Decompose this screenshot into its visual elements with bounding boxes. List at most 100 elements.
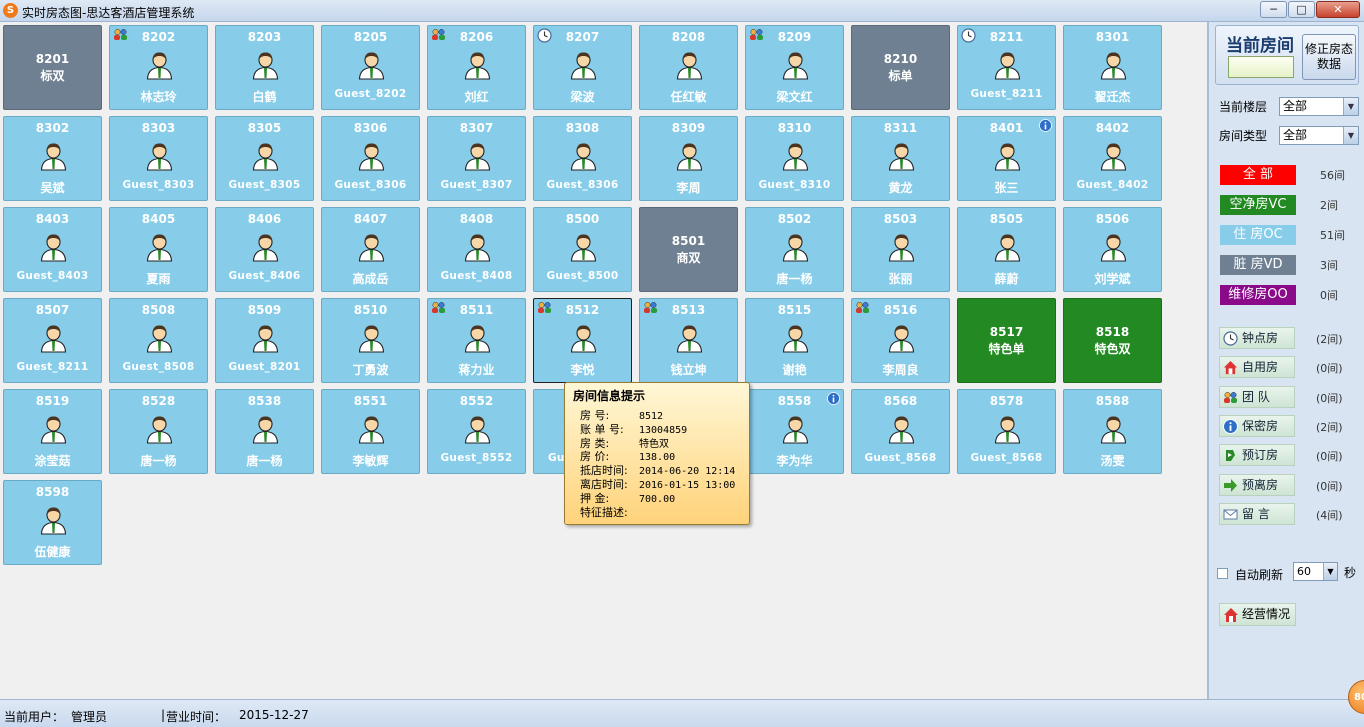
- room-tile[interactable]: 8507 Guest_8211: [3, 298, 102, 383]
- room-tile[interactable]: 8402 Guest_8402: [1063, 116, 1162, 201]
- legend-filter-button[interactable]: 留 言: [1219, 502, 1295, 525]
- room-tile[interactable]: 8598 伍健康: [3, 480, 102, 565]
- status-filter-button[interactable]: 脏 房VD: [1220, 255, 1296, 275]
- room-tile[interactable]: 8508 Guest_8508: [109, 298, 208, 383]
- chevron-down-icon[interactable]: ▼: [1323, 563, 1337, 580]
- room-tile[interactable]: 8202 林志玲: [109, 25, 208, 110]
- room-tile[interactable]: 8551 李敏辉: [321, 389, 420, 474]
- guest-name: 李周良: [882, 363, 919, 377]
- room-tile[interactable]: 8310 Guest_8310: [745, 116, 844, 201]
- room-tile[interactable]: 8558 李为华: [745, 389, 844, 474]
- room-number: 8309: [671, 121, 706, 135]
- room-tile[interactable]: 8205 Guest_8202: [321, 25, 420, 110]
- room-tile[interactable]: 8207 梁波: [533, 25, 632, 110]
- room-tile[interactable]: 8408 Guest_8408: [427, 207, 526, 292]
- room-tile[interactable]: 8406 Guest_8406: [215, 207, 314, 292]
- room-number: 8578: [989, 394, 1024, 408]
- legend-filter-row[interactable]: 留 言 (4间): [1219, 502, 1353, 525]
- room-tile[interactable]: 8308 Guest_8306: [533, 116, 632, 201]
- room-tile[interactable]: 8588 汤雯: [1063, 389, 1162, 474]
- current-room-input[interactable]: [1228, 56, 1294, 78]
- room-tile[interactable]: 8528 唐一杨: [109, 389, 208, 474]
- room-tile[interactable]: 8203 白鹤: [215, 25, 314, 110]
- room-tile[interactable]: 8505 薛蔚: [957, 207, 1056, 292]
- room-tile[interactable]: 8211 Guest_8211: [957, 25, 1056, 110]
- legend-filter-button[interactable]: 团 队: [1219, 385, 1295, 408]
- guest-name: Guest_8403: [16, 270, 89, 282]
- status-filter-row[interactable]: 维修房OO 0间: [1220, 285, 1350, 305]
- room-tile[interactable]: 8552 Guest_8552: [427, 389, 526, 474]
- legend-filter-row[interactable]: 钟点房 (2间): [1219, 327, 1353, 349]
- legend-filter-button[interactable]: 预订房: [1219, 444, 1295, 467]
- room-tile[interactable]: 8518 特色双: [1063, 298, 1162, 383]
- status-filter-button[interactable]: 维修房OO: [1220, 285, 1296, 305]
- room-tile[interactable]: 8209 梁文红: [745, 25, 844, 110]
- room-tile[interactable]: 8517 特色单: [957, 298, 1056, 383]
- room-tile[interactable]: 8206 刘红: [427, 25, 526, 110]
- chevron-down-icon[interactable]: ▼: [1343, 127, 1358, 144]
- legend-filter-button[interactable]: 保密房: [1219, 414, 1295, 437]
- legend-filter-button[interactable]: 预离房: [1219, 473, 1295, 496]
- room-tile[interactable]: 8506 刘学斌: [1063, 207, 1162, 292]
- room-tile[interactable]: 8309 李周: [639, 116, 738, 201]
- room-tile[interactable]: 8510 丁勇波: [321, 298, 420, 383]
- auto-refresh-checkbox[interactable]: [1217, 568, 1228, 579]
- room-tile[interactable]: 8513 钱立坤: [639, 298, 738, 383]
- room-tile[interactable]: 8578 Guest_8568: [957, 389, 1056, 474]
- room-tile[interactable]: 8306 Guest_8306: [321, 116, 420, 201]
- close-button[interactable]: ✕: [1316, 1, 1360, 18]
- status-filter-row[interactable]: 住 房OC 51间: [1220, 225, 1350, 245]
- room-tile[interactable]: 8538 唐一杨: [215, 389, 314, 474]
- room-tile[interactable]: 8401 张三: [957, 116, 1056, 201]
- legend-filter-button[interactable]: 自用房: [1219, 356, 1295, 379]
- chevron-down-icon[interactable]: ▼: [1343, 98, 1358, 115]
- legend-filter-row[interactable]: 保密房 (2间): [1219, 414, 1353, 437]
- room-tile[interactable]: 8302 吴斌: [3, 116, 102, 201]
- status-filter-button[interactable]: 空净房VC: [1220, 195, 1296, 215]
- room-tile[interactable]: 8405 夏雨: [109, 207, 208, 292]
- room-tile[interactable]: 8201 标双: [3, 25, 102, 110]
- status-filter-button[interactable]: 住 房OC: [1220, 225, 1296, 245]
- room-tile[interactable]: 8307 Guest_8307: [427, 116, 526, 201]
- room-tile[interactable]: 8515 谢艳: [745, 298, 844, 383]
- room-tile[interactable]: 8303 Guest_8303: [109, 116, 208, 201]
- fix-room-status-button[interactable]: 修正房态数据: [1302, 34, 1356, 80]
- room-number: 8310: [777, 121, 812, 135]
- guest-avatar-icon: [40, 233, 67, 262]
- business-report-button[interactable]: 经营情况: [1219, 603, 1296, 626]
- legend-filter-row[interactable]: 团 队 (0间): [1219, 385, 1353, 408]
- room-tile[interactable]: 8305 Guest_8305: [215, 116, 314, 201]
- room-tile[interactable]: 8503 张丽: [851, 207, 950, 292]
- room-tile[interactable]: 8210 标单: [851, 25, 950, 110]
- room-tile[interactable]: 8568 Guest_8568: [851, 389, 950, 474]
- room-tile[interactable]: 8509 Guest_8201: [215, 298, 314, 383]
- room-tile[interactable]: 8208 任红敏: [639, 25, 738, 110]
- room-tile[interactable]: 8502 唐一杨: [745, 207, 844, 292]
- room-type-select[interactable]: 全部 ▼: [1279, 126, 1359, 145]
- room-tile[interactable]: 8407 高成岳: [321, 207, 420, 292]
- status-filter-row[interactable]: 脏 房VD 3间: [1220, 255, 1350, 275]
- guest-avatar-icon: [358, 233, 385, 262]
- room-tile[interactable]: 8519 涂莹菇: [3, 389, 102, 474]
- room-tile[interactable]: 8511 蒋力业: [427, 298, 526, 383]
- room-tile[interactable]: 8301 翟迁杰: [1063, 25, 1162, 110]
- legend-filter-row[interactable]: 预离房 (0间): [1219, 473, 1353, 496]
- room-tile[interactable]: 8516 李周良: [851, 298, 950, 383]
- legend-count: (0间): [1316, 362, 1343, 376]
- room-tile[interactable]: 8500 Guest_8500: [533, 207, 632, 292]
- status-count: 0间: [1320, 289, 1338, 302]
- room-tile[interactable]: 8311 黄龙: [851, 116, 950, 201]
- status-filter-row[interactable]: 全 部 56间: [1220, 165, 1350, 185]
- room-tile[interactable]: 8501 商双: [639, 207, 738, 292]
- legend-filter-row[interactable]: 预订房 (0间): [1219, 444, 1353, 467]
- room-tile[interactable]: 8403 Guest_8403: [3, 207, 102, 292]
- legend-filter-row[interactable]: 自用房 (0间): [1219, 356, 1353, 379]
- minimize-button[interactable]: ─: [1260, 1, 1287, 18]
- maximize-button[interactable]: □: [1288, 1, 1315, 18]
- room-tile[interactable]: 8512 李悦: [533, 298, 632, 383]
- floor-select[interactable]: 全部 ▼: [1279, 97, 1359, 116]
- status-filter-button[interactable]: 全 部: [1220, 165, 1296, 185]
- refresh-interval-select[interactable]: 60 ▼: [1293, 562, 1338, 581]
- status-filter-row[interactable]: 空净房VC 2间: [1220, 195, 1350, 215]
- legend-filter-button[interactable]: 钟点房: [1219, 327, 1295, 349]
